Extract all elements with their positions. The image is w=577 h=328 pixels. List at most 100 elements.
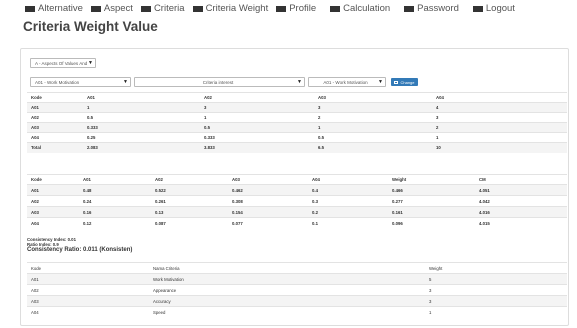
nav-aspect[interactable]: Aspect <box>90 3 133 14</box>
caret-down-icon: ▼ <box>297 79 302 85</box>
table-cell: 0.16 <box>79 206 151 218</box>
page-title: Criteria Weight Value <box>23 19 158 34</box>
table-cell: 0.077 <box>228 217 308 229</box>
list-icon <box>90 5 101 12</box>
table-cell: 2 <box>432 122 567 133</box>
header-cell: A02 <box>151 174 228 185</box>
interest-select[interactable]: Criteria interest ▼ <box>134 77 305 87</box>
table-cell: 0.308 <box>228 195 308 207</box>
table-cell: 0.1 <box>308 217 388 229</box>
nav-label: Calculation <box>343 3 391 14</box>
table-row: A03 Accuracy 3 <box>27 295 567 307</box>
left-criteria-select[interactable]: A01 - Work Motivation ▼ <box>30 77 131 87</box>
list-icon <box>192 5 203 12</box>
table-cell: 4.015 <box>475 217 567 229</box>
header-cell: Nama Criteria <box>149 262 425 274</box>
aspect-select-value: A - Aspects Of Values And Behavior <box>35 60 88 66</box>
table-cell: 0.3 <box>308 195 388 207</box>
table-cell: Speed <box>149 306 425 318</box>
nav-label: Alternative <box>38 3 83 14</box>
table-cell: 4.051 <box>475 184 567 196</box>
list-icon <box>276 5 287 12</box>
criteria-weight-table: Kode Nama Criteria Weight A01 Work Motiv… <box>27 262 567 318</box>
table-cell: 0.261 <box>151 195 228 207</box>
header-cell: A01 <box>79 174 151 185</box>
nav-criteria-weight[interactable]: Criteria Weight <box>192 3 268 14</box>
header-cell: A04 <box>432 92 567 103</box>
change-button[interactable]: Change <box>391 78 418 86</box>
table-row: A02 0.24 0.261 0.308 0.3 0.277 4.042 <box>27 195 567 207</box>
nav-criteria[interactable]: Criteria <box>140 3 185 14</box>
nav-alternative[interactable]: Alternative <box>25 3 83 14</box>
table-cell: 3 <box>432 112 567 123</box>
table-cell: Appearance <box>149 284 425 296</box>
nav-calculation[interactable]: Calculation <box>330 3 390 14</box>
header-cell: A03 <box>314 92 432 103</box>
right-criteria-value: A01 - Work Motivation <box>323 79 368 85</box>
table-header-row: Kode Nama Criteria Weight <box>27 262 567 274</box>
caret-down-icon: ▼ <box>378 79 383 85</box>
nav-profile[interactable]: Profile <box>276 3 316 14</box>
table-cell: A02 <box>27 284 149 296</box>
table-cell: Total <box>27 142 83 153</box>
table-cell: 3 <box>200 102 314 113</box>
table-cell: 0.4 <box>308 184 388 196</box>
pairwise-matrix-table: Kode A01 A02 A03 A04 A01 1 3 3 4 A02 0.5… <box>27 92 567 153</box>
table-cell: 1 <box>432 132 567 143</box>
normalized-matrix-table: Kode A01 A02 A03 A04 Weight CM A01 0.48 … <box>27 174 567 229</box>
table-cell: Work Motivation <box>149 273 425 285</box>
table-header-row: Kode A01 A02 A03 A04 Weight CM <box>27 174 567 185</box>
table-cell: 0.24 <box>79 195 151 207</box>
table-cell: 3 <box>425 295 567 307</box>
edit-icon <box>394 80 399 84</box>
table-cell: 0.161 <box>388 206 475 218</box>
table-cell: 0.277 <box>388 195 475 207</box>
table-cell: 0.087 <box>151 217 228 229</box>
table-cell: A02 <box>27 195 79 207</box>
table-cell: A03 <box>27 295 149 307</box>
table-cell: 0.333 <box>83 122 200 133</box>
table-cell: 0.522 <box>151 184 228 196</box>
list-icon <box>330 5 341 12</box>
table-cell: 0.096 <box>388 217 475 229</box>
table-cell: 0.462 <box>228 184 308 196</box>
table-cell: 0.466 <box>388 184 475 196</box>
consistency-ratio: Consistency Ratio: 0.011 (Konsisten) <box>27 247 133 253</box>
table-cell: 4.042 <box>475 195 567 207</box>
header-cell: Kode <box>27 92 83 103</box>
nav-label: Logout <box>485 3 515 14</box>
nav-logout[interactable]: Logout <box>472 3 515 14</box>
table-cell: 4.016 <box>475 206 567 218</box>
table-cell: 0.154 <box>228 206 308 218</box>
table-cell: 4 <box>432 102 567 113</box>
table-cell: A04 <box>27 217 79 229</box>
table-row: A01 Work Motivation 5 <box>27 273 567 285</box>
caret-down-icon: ▼ <box>123 79 128 85</box>
table-cell: 0.5 <box>200 122 314 133</box>
table-cell: A04 <box>27 306 149 318</box>
nav-label: Profile <box>289 3 317 14</box>
header-cell: A02 <box>200 92 314 103</box>
consistency-summary: Consistency Index: 0.01 Ratio Index: 0.9… <box>27 237 132 254</box>
table-cell: 0.13 <box>151 206 228 218</box>
table-cell: 0.12 <box>79 217 151 229</box>
right-criteria-select[interactable]: A01 - Work Motivation ▼ <box>308 77 386 87</box>
header-cell: Kode <box>27 174 79 185</box>
header-cell: Weight <box>425 262 567 274</box>
table-row: A03 0.333 0.5 1 2 <box>27 122 567 133</box>
table-cell: 0.2 <box>308 206 388 218</box>
table-cell: 5 <box>425 273 567 285</box>
table-row: A04 Speed 1 <box>27 306 567 318</box>
table-cell: A01 <box>27 102 83 113</box>
header-cell: A04 <box>308 174 388 185</box>
header-cell: A03 <box>228 174 308 185</box>
interest-value: Criteria interest <box>202 79 234 85</box>
list-icon <box>25 5 35 12</box>
aspect-select[interactable]: A - Aspects Of Values And Behavior ▼ <box>30 58 96 68</box>
nav-password[interactable]: Password <box>404 3 459 14</box>
table-row: A01 1 3 3 4 <box>27 102 567 113</box>
table-cell: Accuracy <box>149 295 425 307</box>
header-cell: Kode <box>27 262 149 274</box>
table-cell: 1 <box>83 102 200 113</box>
nav-label: Criteria <box>153 3 185 14</box>
